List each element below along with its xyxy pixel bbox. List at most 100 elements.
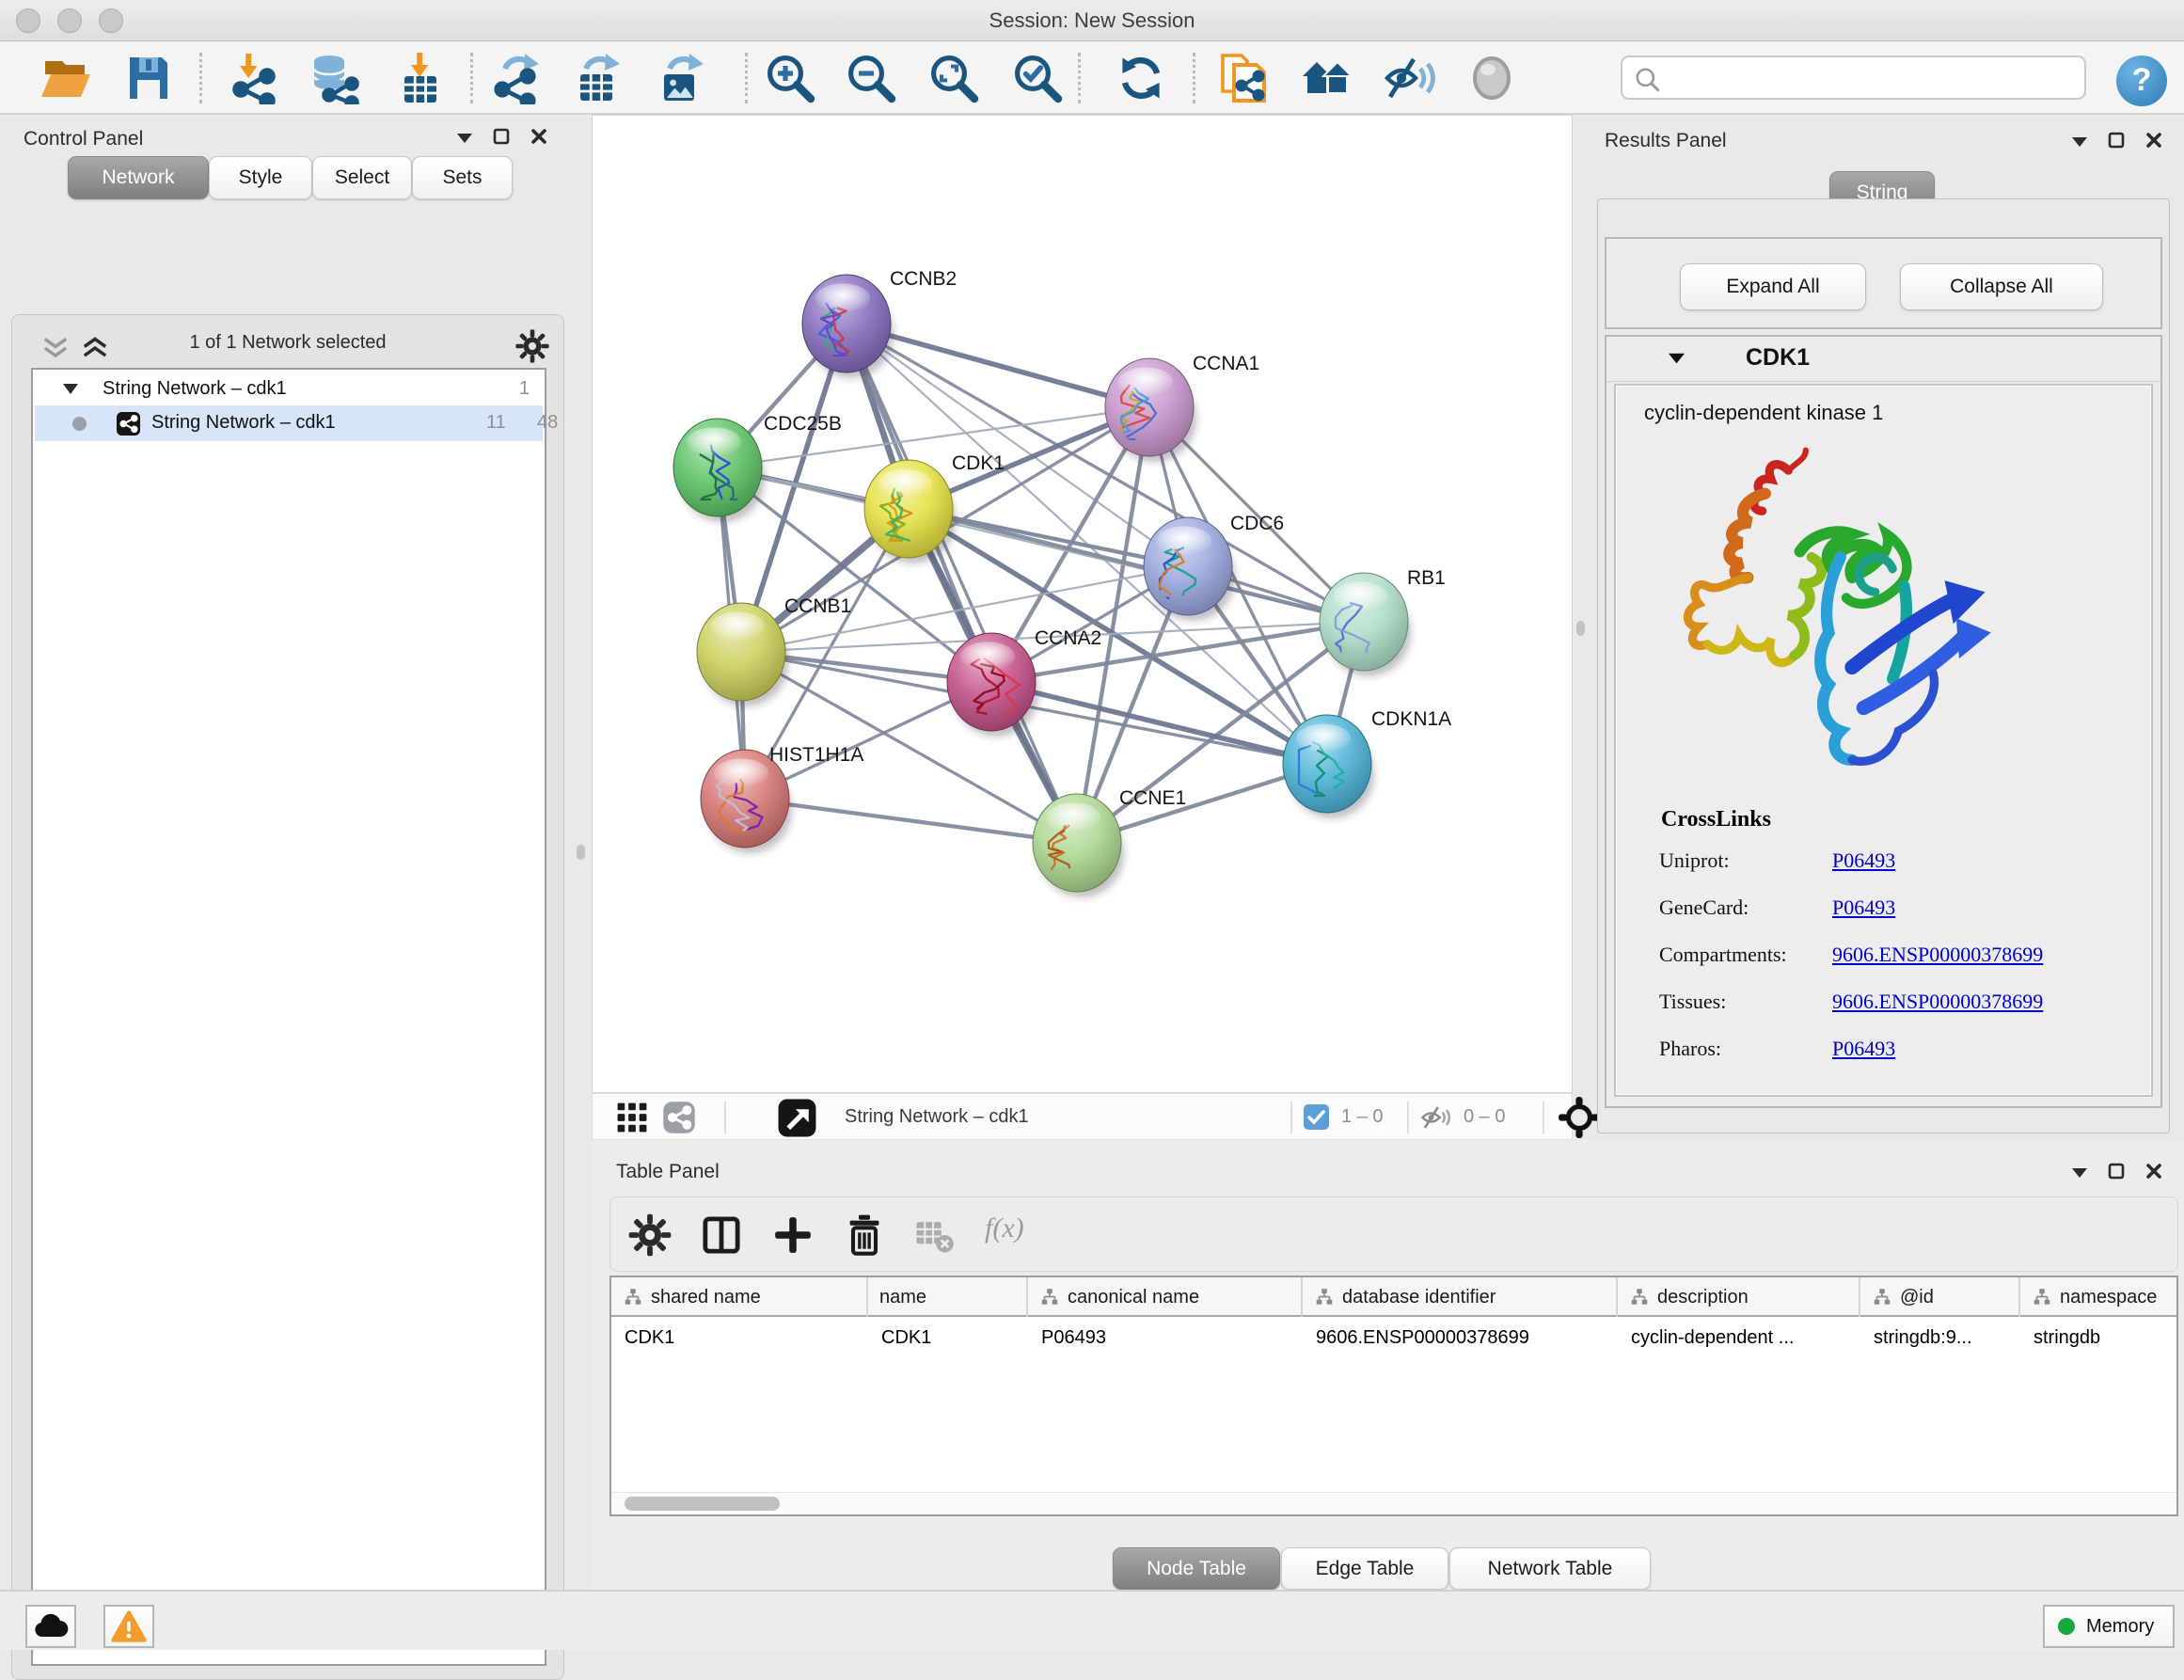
collapse-panel-icon[interactable] [2072,135,2087,151]
node-label-CCNB2: CCNB2 [890,268,957,290]
close-panel-icon[interactable] [2145,132,2162,153]
create-column-icon[interactable] [770,1212,815,1258]
crosslink-value-link[interactable]: 9606.ENSP00000378699 [1832,943,2043,967]
open-session-icon[interactable] [40,52,92,104]
export-network-icon[interactable] [490,52,543,104]
column-header-canonical-name[interactable]: canonical name [1028,1277,1303,1317]
import-network-file-icon[interactable] [228,52,280,104]
delete-column-icon[interactable] [842,1212,887,1258]
node-CDKN1A[interactable]: CDKN1A [1283,708,1451,818]
table-options-gear-icon[interactable] [627,1212,673,1258]
column-header--id[interactable]: @id [1860,1277,2020,1317]
node-CDC6[interactable]: CDC6 [1144,513,1284,621]
collapse-panel-icon[interactable] [2072,1165,2087,1182]
edge-CDK1-RB1[interactable] [909,509,1364,622]
float-panel-icon[interactable] [2108,1163,2125,1184]
export-image-icon[interactable] [655,52,707,104]
network-graph[interactable]: CCNB2CCNA1CDC25BCDK1CDC6RB1CCNB1CCNA2CDK… [593,116,1572,1092]
node-CCNB2[interactable]: CCNB2 [802,268,957,378]
grid-view-icon[interactable] [615,1101,649,1134]
zoom-selected-icon[interactable] [1011,52,1064,104]
tab-network-table[interactable]: Network Table [1449,1547,1651,1590]
close-panel-icon[interactable] [2145,1163,2162,1184]
tab-sets[interactable]: Sets [412,156,513,199]
zoom-out-icon[interactable] [845,52,897,104]
column-header-name[interactable]: name [868,1277,1028,1317]
edge-HIST1H1A-CCNE1[interactable] [745,799,1077,843]
node-CCNE1[interactable]: CCNE1 [1033,787,1186,897]
table-cell[interactable]: 9606.ENSP00000378699 [1303,1319,1618,1356]
node-CCNA1[interactable]: CCNA1 [1105,353,1259,462]
float-panel-icon[interactable] [493,128,510,150]
column-header-description[interactable]: description [1618,1277,1860,1317]
help-button[interactable]: ? [2116,55,2167,106]
cloud-status-button[interactable] [25,1605,76,1648]
table-cell[interactable]: P06493 [1028,1319,1303,1356]
show-panel-icon[interactable] [1465,52,1518,104]
hide-panel-icon[interactable] [1384,52,1436,104]
node-table[interactable]: shared namenamecanonical namedatabase id… [609,1276,2178,1516]
scrollbar-thumb[interactable] [625,1497,780,1511]
table-cell[interactable]: stringdb:9... [1860,1319,2020,1356]
string-home-icon[interactable] [1301,52,1353,104]
edge-CCNB2-CCNE1[interactable] [847,324,1077,843]
warning-icon [110,1609,148,1643]
toolbar-separator [1543,1102,1544,1133]
node-HIST1H1A[interactable]: HIST1H1A [701,744,863,853]
refresh-icon[interactable] [1115,52,1167,104]
network-view-share-icon[interactable] [662,1101,696,1134]
crosslink-value-link[interactable]: 9606.ENSP00000378699 [1832,990,2043,1014]
node-label-HIST1H1A: HIST1H1A [769,744,863,766]
birds-eye-view-icon[interactable] [777,1098,817,1138]
table-cell[interactable]: CDK1 [611,1319,868,1356]
float-panel-icon[interactable] [2108,132,2125,153]
selected-node-edge-count: 1 – 0 [1341,1106,1383,1128]
crosslink-value-link[interactable]: P06493 [1832,895,1895,920]
node-RB1[interactable]: RB1 [1320,567,1446,676]
node-CCNA2[interactable]: CCNA2 [947,627,1101,737]
warnings-button[interactable] [103,1605,154,1648]
gene-collapse-icon[interactable] [1669,353,1685,364]
network-collection-row[interactable]: String Network – cdk1 1 [35,373,543,405]
crosslink-value-link[interactable]: P06493 [1832,848,1895,873]
expand-all-button[interactable]: Expand All [1680,263,1866,310]
memory-button[interactable]: Memory [2043,1605,2175,1648]
tab-network[interactable]: Network [68,156,209,199]
column-header-database-identifier[interactable]: database identifier [1303,1277,1618,1317]
save-session-icon[interactable] [122,52,175,104]
gene-card-header[interactable]: CDK1 [1606,337,2160,382]
network-canvas[interactable]: CCNB2CCNA1CDC25BCDK1CDC6RB1CCNB1CCNA2CDK… [592,115,1573,1093]
crosslink-value-link[interactable]: P06493 [1832,1037,1895,1061]
tab-node-table[interactable]: Node Table [1113,1547,1280,1590]
splitter-handle[interactable] [577,845,585,860]
expand-collapse-box: Expand All Collapse All [1605,237,2162,329]
column-header-label: @id [1900,1287,1934,1308]
horizontal-scrollbar[interactable] [611,1492,2176,1514]
column-header-shared-name[interactable]: shared name [611,1277,868,1317]
table-cell[interactable]: stringdb [2020,1319,2178,1356]
close-panel-icon[interactable] [530,128,547,150]
tab-select[interactable]: Select [312,156,412,199]
import-network-database-icon[interactable] [307,52,359,104]
collapse-all-button[interactable]: Collapse All [1900,263,2103,310]
table-cell[interactable]: CDK1 [868,1319,1028,1356]
column-header-namespace[interactable]: namespace [2020,1277,2178,1317]
network-row-selected[interactable]: String Network – cdk1 11 48 [35,405,543,441]
table-cell[interactable]: cyclin-dependent ... [1618,1319,1860,1356]
import-table-icon[interactable] [393,52,446,104]
node-CDC25B[interactable]: CDC25B [673,413,842,522]
zoom-in-icon[interactable] [764,52,816,104]
collapse-panel-icon[interactable] [457,131,472,148]
export-table-icon[interactable] [571,52,624,104]
show-columns-icon[interactable] [699,1212,744,1258]
table-row[interactable]: CDK1CDK1P064939606.ENSP00000378699cyclin… [611,1319,2176,1356]
search-box[interactable] [1621,55,2086,100]
search-input[interactable] [1666,61,2070,94]
network-options-gear-icon[interactable] [514,328,550,364]
network-from-clipboard-icon[interactable] [1217,52,1270,104]
selected-checkbox-icon[interactable] [1304,1104,1329,1130]
tree-expand-icon[interactable] [63,384,78,394]
tab-style[interactable]: Style [209,156,312,199]
zoom-fit-icon[interactable] [927,52,980,104]
tab-edge-table[interactable]: Edge Table [1281,1547,1448,1590]
